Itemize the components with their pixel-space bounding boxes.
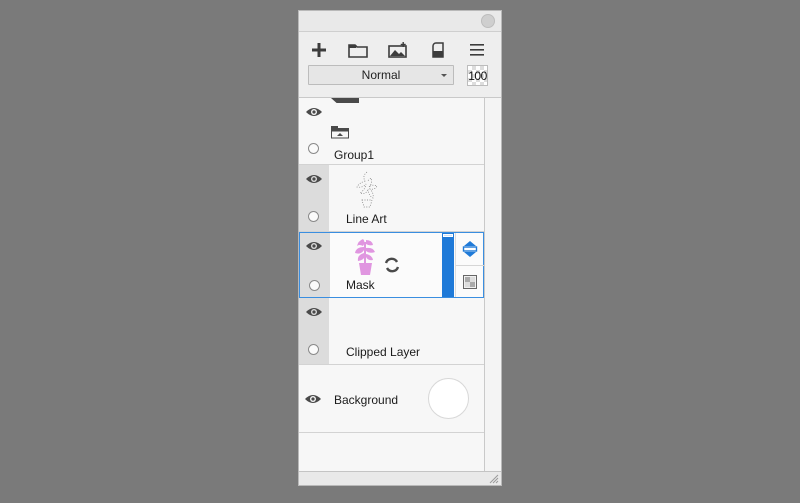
plant-thumbnail — [355, 239, 375, 275]
layer-name: Line Art — [346, 212, 387, 226]
layer-select-radio[interactable] — [308, 344, 319, 355]
layer-row-group1[interactable]: Group1 — [299, 98, 484, 165]
add-image-button[interactable] — [386, 39, 410, 61]
background-color-swatch[interactable] — [428, 378, 469, 419]
checker-icon — [463, 274, 477, 289]
add-image-icon — [388, 42, 407, 58]
layer-row-line-art[interactable]: Line Art — [299, 165, 484, 232]
mask-transparency-button[interactable] — [456, 266, 484, 297]
layer-name: Background — [334, 393, 399, 407]
mask-range-button[interactable] — [456, 233, 484, 266]
visibility-eye-icon[interactable] — [305, 306, 323, 318]
visibility-eye-icon[interactable] — [305, 106, 323, 118]
resize-grip-icon[interactable] — [489, 474, 499, 484]
mask-icon — [432, 42, 444, 58]
layers-toolbar: Normal 100 — [299, 32, 501, 98]
layer-select-radio[interactable] — [308, 211, 319, 222]
mask-side-buttons — [455, 233, 484, 297]
opacity-field[interactable]: 100 — [467, 65, 488, 86]
blend-mode-select[interactable]: Normal — [308, 65, 454, 85]
visibility-eye-icon[interactable] — [305, 240, 323, 252]
visibility-eye-icon[interactable] — [305, 173, 323, 185]
mask-drag-handle[interactable] — [442, 233, 454, 297]
layer-select-radio[interactable] — [309, 280, 320, 291]
layer-select-radio[interactable] — [308, 143, 319, 154]
link-toggle-icon[interactable] — [383, 256, 401, 274]
panel-statusbar — [299, 471, 501, 485]
expand-range-icon — [462, 241, 478, 257]
layers-panel: Normal 100 Group1 Line Art Mask Clipped … — [298, 10, 502, 486]
new-folder-button[interactable] — [346, 39, 370, 61]
layer-list: Group1 Line Art Mask Clipped Layer Backg… — [299, 98, 485, 471]
menu-icon — [470, 44, 484, 56]
folder-thumbnail-icon — [331, 126, 349, 139]
layer-name: Mask — [346, 278, 375, 292]
layer-list-scrollbar[interactable] — [485, 98, 501, 471]
layer-row-mask[interactable]: Mask — [299, 232, 484, 298]
handle-cap — [443, 234, 453, 237]
close-button[interactable] — [481, 14, 495, 28]
panel-titlebar — [299, 11, 501, 32]
layer-name: Clipped Layer — [346, 345, 421, 359]
opacity-value: 100 — [468, 68, 487, 83]
line-art-thumbnail — [356, 171, 378, 208]
panel-menu-button[interactable] — [465, 39, 489, 61]
mask-button[interactable] — [426, 39, 450, 61]
blend-mode-value: Normal — [361, 68, 401, 82]
visibility-eye-icon[interactable] — [304, 393, 322, 405]
group-tab-indicator — [331, 98, 359, 103]
chevron-down-icon — [441, 74, 447, 77]
layer-row-background[interactable]: Background — [299, 365, 484, 433]
folder-icon — [348, 44, 368, 58]
plus-icon — [312, 43, 326, 57]
layer-name: Group1 — [334, 148, 375, 162]
layer-row-clipped-layer[interactable]: Clipped Layer — [299, 298, 484, 365]
new-layer-button[interactable] — [307, 39, 331, 61]
